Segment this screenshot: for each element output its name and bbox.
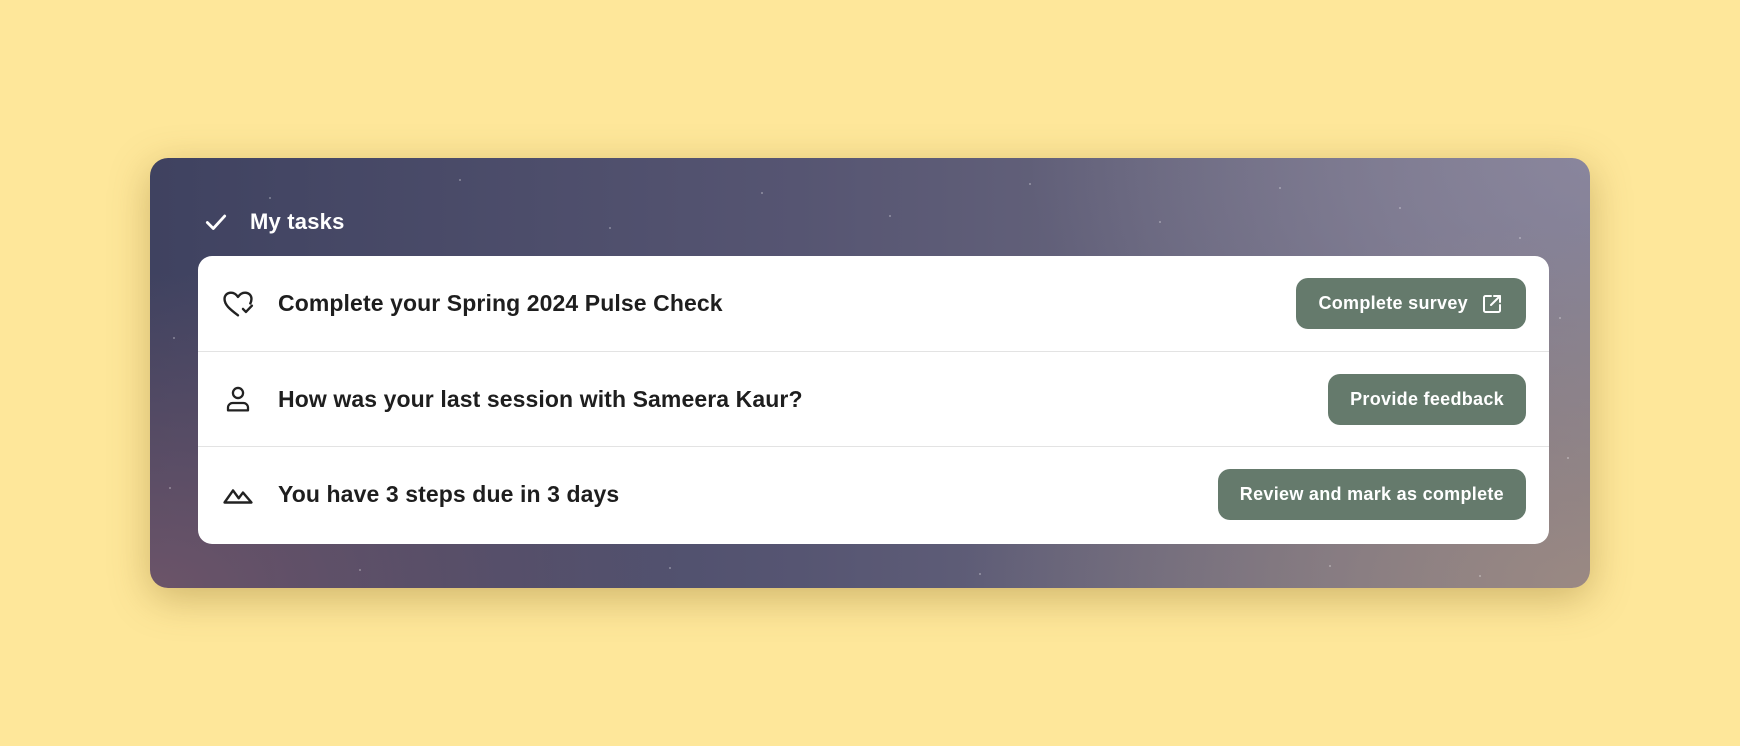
person-icon bbox=[220, 381, 256, 417]
heart-check-icon bbox=[220, 286, 256, 322]
button-label: Review and mark as complete bbox=[1239, 483, 1504, 504]
task-label: How was your last session with Sameera K… bbox=[278, 385, 803, 412]
task-row-pulse-check: Complete your Spring 2024 Pulse Check Co… bbox=[198, 256, 1549, 351]
tasks-header: My tasks bbox=[202, 202, 345, 242]
task-row-session-feedback: How was your last session with Sameera K… bbox=[198, 351, 1549, 446]
button-label: Provide feedback bbox=[1350, 388, 1504, 409]
external-link-icon bbox=[1480, 292, 1504, 316]
complete-survey-button[interactable]: Complete survey bbox=[1296, 278, 1526, 329]
task-label: You have 3 steps due in 3 days bbox=[278, 480, 620, 507]
checkmark-icon bbox=[202, 208, 230, 236]
task-row-steps-due: You have 3 steps due in 3 days Review an… bbox=[198, 446, 1549, 541]
tasks-card: My tasks Complete your Spring 2024 Pulse… bbox=[150, 158, 1590, 588]
provide-feedback-button[interactable]: Provide feedback bbox=[1328, 373, 1526, 425]
review-and-complete-button[interactable]: Review and mark as complete bbox=[1217, 468, 1526, 520]
task-label: Complete your Spring 2024 Pulse Check bbox=[278, 290, 723, 316]
mountains-icon bbox=[220, 476, 256, 512]
tasks-title: My tasks bbox=[250, 209, 345, 234]
task-list: Complete your Spring 2024 Pulse Check Co… bbox=[198, 256, 1549, 544]
button-label: Complete survey bbox=[1318, 293, 1468, 313]
